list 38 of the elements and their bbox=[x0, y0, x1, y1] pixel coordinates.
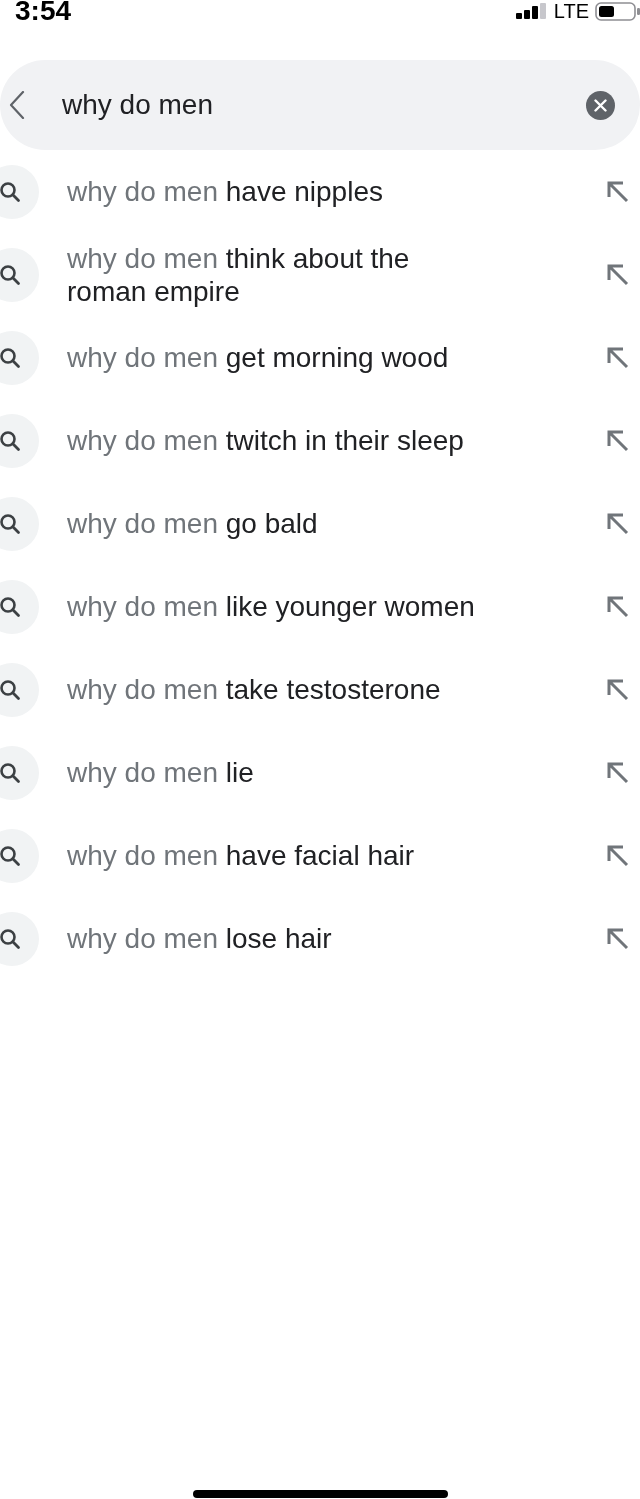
battery-icon bbox=[595, 1, 640, 21]
arrow-up-left-icon[interactable] bbox=[606, 345, 630, 370]
search-icon bbox=[0, 828, 40, 883]
network-label: LTE bbox=[553, 1, 589, 21]
suggestion-text[interactable]: why do men go bald bbox=[67, 507, 318, 540]
chevron-left-icon bbox=[9, 91, 25, 119]
arrow-up-left-icon[interactable] bbox=[606, 179, 630, 204]
search-icon bbox=[0, 911, 40, 966]
arrow-up-left-icon[interactable] bbox=[606, 262, 630, 287]
search-icon bbox=[0, 745, 40, 800]
close-icon bbox=[594, 98, 607, 112]
arrow-up-left-icon[interactable] bbox=[606, 677, 630, 702]
status-time: 3:54 bbox=[15, 0, 72, 22]
arrow-up-left-icon[interactable] bbox=[606, 843, 630, 868]
suggestion-text[interactable]: why do men like younger women bbox=[67, 590, 475, 623]
search-icon bbox=[0, 247, 40, 302]
search-icon bbox=[0, 496, 40, 551]
suggestion-text[interactable]: why do men have facial hair bbox=[67, 839, 415, 872]
search-icon bbox=[0, 662, 40, 717]
suggestion-text[interactable]: why do men take testosterone bbox=[67, 673, 441, 706]
suggestion-text[interactable]: why do men lose hair bbox=[67, 922, 332, 955]
suggestion-text[interactable]: why do men have nipples bbox=[67, 175, 383, 208]
search-icon bbox=[0, 413, 40, 468]
arrow-up-left-icon[interactable] bbox=[606, 926, 630, 951]
search-icon bbox=[0, 579, 40, 634]
arrow-up-left-icon[interactable] bbox=[606, 594, 630, 619]
suggestion-text[interactable]: why do men think about the roman empire bbox=[67, 241, 485, 308]
arrow-up-left-icon[interactable] bbox=[606, 511, 630, 536]
clear-button[interactable] bbox=[586, 90, 615, 120]
suggestion-text[interactable]: why do men get morning wood bbox=[67, 341, 449, 374]
search-icon bbox=[0, 164, 40, 219]
signal-icon bbox=[515, 3, 548, 19]
suggestion-text[interactable]: why do men lie bbox=[67, 756, 254, 789]
arrow-up-left-icon[interactable] bbox=[606, 428, 630, 453]
search-field[interactable]: why do men bbox=[62, 87, 362, 123]
search-icon bbox=[0, 330, 40, 385]
arrow-up-left-icon[interactable] bbox=[606, 760, 630, 785]
suggestion-text[interactable]: why do men twitch in their sleep bbox=[67, 424, 464, 457]
